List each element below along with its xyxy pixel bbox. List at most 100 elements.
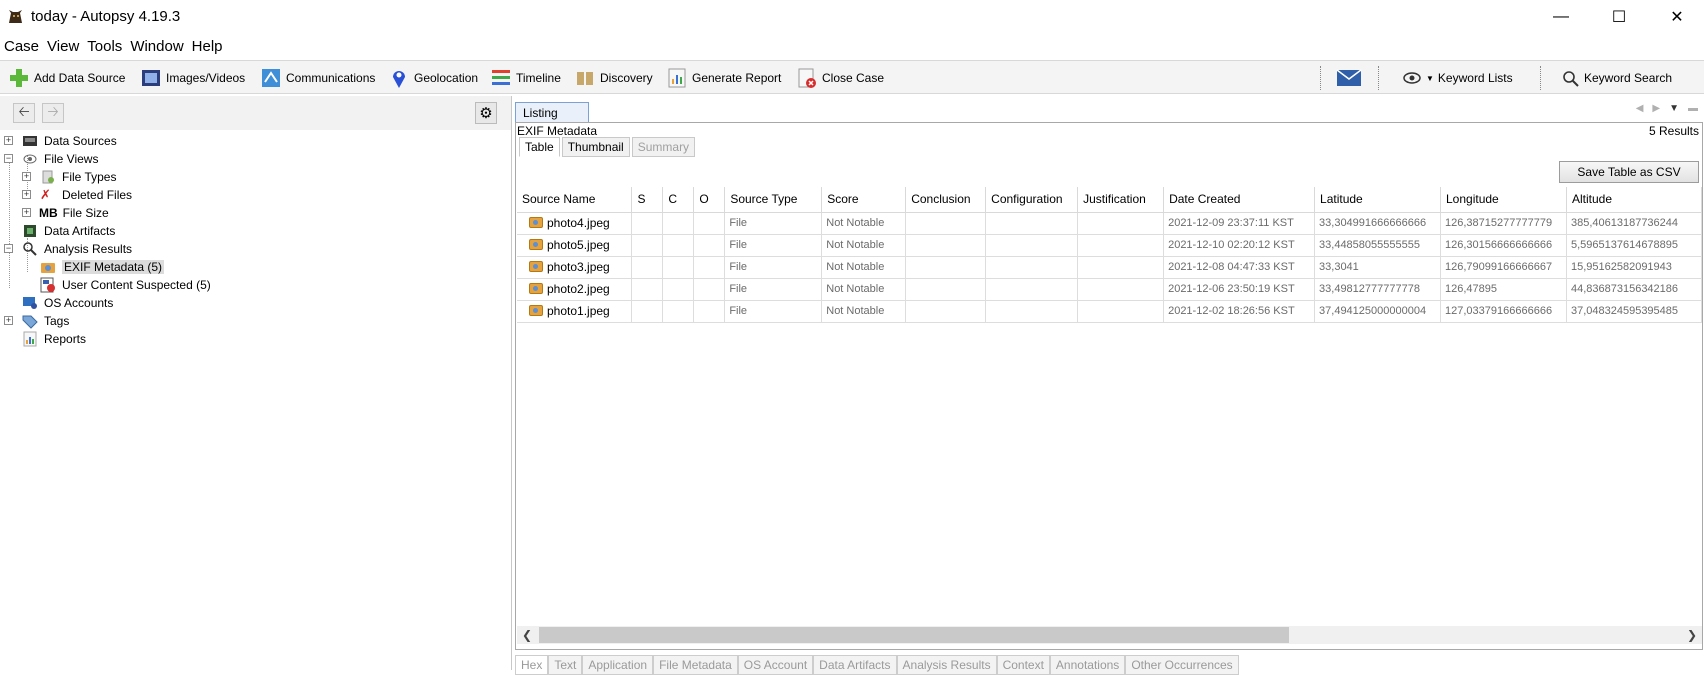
conclusion-cell <box>905 212 987 235</box>
column-header[interactable]: Score <box>821 187 907 213</box>
tab-table[interactable]: Table <box>519 137 560 157</box>
expand-plus-icon[interactable]: + <box>22 208 31 217</box>
tree-label: Deleted Files <box>62 188 133 202</box>
table-row[interactable]: photo2.jpeg File Not Notable 2021-12-06 … <box>517 278 1702 301</box>
keyword-search-button[interactable]: Keyword Search <box>1562 66 1672 90</box>
tab-summary[interactable]: Summary <box>631 137 696 157</box>
add-data-source-button[interactable]: Add Data Source <box>8 66 125 90</box>
generate-report-button[interactable]: Generate Report <box>666 66 781 90</box>
scroll-left-arrow-icon[interactable]: ❮ <box>519 627 535 643</box>
column-header[interactable]: Configuration <box>985 187 1079 213</box>
tab-other-occurrences[interactable]: Other Occurrences <box>1125 655 1239 675</box>
save-table-csv-button[interactable]: Save Table as CSV <box>1559 161 1699 183</box>
tree-node-deleted-files[interactable]: + ✗ Deleted Files <box>0 186 132 204</box>
column-header[interactable]: Altitude <box>1566 187 1702 213</box>
configuration-cell <box>985 256 1079 279</box>
title-bar: today - Autopsy 4.19.3 — ☐ ✕ <box>0 0 1704 34</box>
forward-arrow-icon[interactable]: 🡢 <box>42 103 64 123</box>
discovery-button[interactable]: Discovery <box>574 66 653 90</box>
tab-minimize-icon[interactable]: ▬ <box>1688 103 1698 114</box>
tab-thumbnail[interactable]: Thumbnail <box>561 137 630 157</box>
menu-window[interactable]: Window <box>126 36 187 58</box>
scrollbar-thumb[interactable] <box>539 627 1289 643</box>
communications-button[interactable]: Communications <box>260 66 375 90</box>
back-arrow-icon[interactable]: 🡠 <box>13 103 35 123</box>
expand-plus-icon[interactable]: + <box>22 190 31 199</box>
close-case-button[interactable]: Close Case <box>796 66 884 90</box>
timeline-button[interactable]: Timeline <box>490 66 561 90</box>
toolbar-separator <box>1320 66 1321 90</box>
column-header[interactable]: Latitude <box>1314 187 1441 213</box>
column-header[interactable]: Source Name <box>517 187 633 213</box>
results-table: Source Name S C O Source Type Score Conc… <box>517 187 1702 323</box>
column-header[interactable]: Conclusion <box>905 187 987 213</box>
listing-tab[interactable]: Listing <box>515 102 589 122</box>
expand-plus-icon[interactable]: + <box>22 172 31 181</box>
menu-case[interactable]: Case <box>0 36 43 58</box>
inbox-button[interactable] <box>1336 66 1362 90</box>
tree-node-os-accounts[interactable]: OS Accounts <box>0 294 113 312</box>
communications-icon <box>262 69 280 87</box>
minimize-icon[interactable]: — <box>1532 0 1590 34</box>
close-case-label: Close Case <box>822 71 885 85</box>
file-name: photo1.jpeg <box>547 304 610 318</box>
column-header[interactable]: Longitude <box>1440 187 1567 213</box>
justification-cell <box>1077 300 1165 323</box>
tab-dropdown-icon[interactable]: ▼ <box>1669 103 1679 114</box>
column-header[interactable]: Date Created <box>1163 187 1316 213</box>
tab-context[interactable]: Context <box>996 655 1050 675</box>
column-header[interactable]: Source Type <box>724 187 823 213</box>
table-row[interactable]: photo3.jpeg File Not Notable 2021-12-08 … <box>517 256 1702 279</box>
keyword-lists-button[interactable]: ▼ Keyword Lists <box>1402 66 1513 90</box>
toolbar-separator <box>1540 66 1541 90</box>
geolocation-button[interactable]: Geolocation <box>388 66 478 90</box>
tree-node-file-views[interactable]: − File Views <box>0 150 98 168</box>
tree-node-user-content-suspected[interactable]: User Content Suspected (5) <box>0 276 211 294</box>
tree-node-file-types[interactable]: + File Types <box>0 168 116 186</box>
images-videos-button[interactable]: Images/Videos <box>140 66 245 90</box>
tab-application[interactable]: Application <box>582 655 654 675</box>
tree-node-exif-metadata[interactable]: EXIF Metadata (5) <box>0 258 165 276</box>
tab-right-arrow-icon[interactable]: ▶ <box>1652 103 1660 114</box>
tree-node-file-size[interactable]: + MB File Size <box>0 204 109 222</box>
source-type-cell: File <box>724 300 823 323</box>
tab-os-account[interactable]: OS Account <box>737 655 814 675</box>
tab-data-artifacts[interactable]: Data Artifacts <box>813 655 897 675</box>
table-row[interactable]: photo5.jpeg File Not Notable 2021-12-10 … <box>517 234 1702 257</box>
menu-tools[interactable]: Tools <box>83 36 126 58</box>
column-header[interactable]: S <box>631 187 664 213</box>
o-cell <box>693 300 726 323</box>
table-row[interactable]: photo4.jpeg File Not Notable 2021-12-09 … <box>517 212 1702 235</box>
close-case-icon <box>798 68 816 88</box>
latitude-cell: 33,49812777777778 <box>1314 278 1441 301</box>
expand-plus-icon[interactable]: + <box>4 136 13 145</box>
expand-plus-icon[interactable]: + <box>4 316 13 325</box>
tree-node-analysis-results[interactable]: − Analysis Results <box>0 240 132 258</box>
gear-icon[interactable]: ⚙ <box>475 102 497 124</box>
scroll-right-arrow-icon[interactable]: ❯ <box>1684 627 1700 643</box>
table-row[interactable]: photo1.jpeg File Not Notable 2021-12-02 … <box>517 300 1702 323</box>
tree-node-data-artifacts[interactable]: Data Artifacts <box>0 222 115 240</box>
tab-analysis-results[interactable]: Analysis Results <box>896 655 997 675</box>
collapse-minus-icon[interactable]: − <box>4 154 13 163</box>
tree-node-tags[interactable]: + Tags <box>0 312 69 330</box>
column-header[interactable]: Justification <box>1077 187 1165 213</box>
collapse-minus-icon[interactable]: − <box>4 244 13 253</box>
maximize-icon[interactable]: ☐ <box>1590 0 1648 34</box>
tab-file-metadata[interactable]: File Metadata <box>653 655 738 675</box>
tab-text[interactable]: Text <box>548 655 583 675</box>
menu-help[interactable]: Help <box>188 36 227 58</box>
justification-cell <box>1077 212 1165 235</box>
horizontal-scrollbar[interactable]: ❮ ❯ <box>517 626 1702 644</box>
menu-view[interactable]: View <box>43 36 83 58</box>
tab-annotations[interactable]: Annotations <box>1049 655 1126 675</box>
tab-left-arrow-icon[interactable]: ◀ <box>1636 103 1644 114</box>
column-header[interactable]: O <box>693 187 726 213</box>
score-cell: Not Notable <box>821 278 907 301</box>
close-icon[interactable]: ✕ <box>1648 0 1704 34</box>
column-header[interactable]: C <box>662 187 695 213</box>
tree-node-data-sources[interactable]: + Data Sources <box>0 132 117 150</box>
tab-hex[interactable]: Hex <box>515 655 549 675</box>
tree-node-reports[interactable]: Reports <box>0 330 86 348</box>
tree-label: File Views <box>44 152 99 166</box>
